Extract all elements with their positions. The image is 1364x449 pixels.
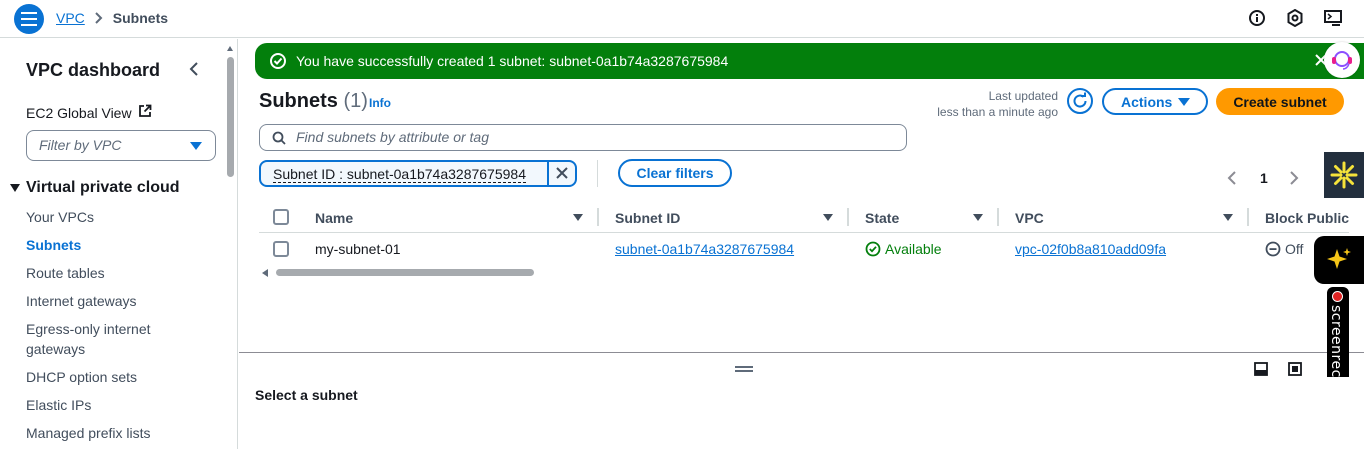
column-resizer[interactable] bbox=[1247, 208, 1249, 226]
column-resizer[interactable] bbox=[597, 208, 599, 226]
sidebar-item-subnets[interactable]: Subnets bbox=[26, 235, 206, 255]
next-page-icon[interactable] bbox=[1288, 171, 1302, 185]
top-navigation-bar: VPC Subnets bbox=[0, 0, 1364, 38]
external-link-icon bbox=[138, 104, 152, 121]
caret-down-icon bbox=[10, 184, 20, 192]
cell-block-public: Off bbox=[1265, 241, 1303, 257]
column-header-name[interactable]: Name bbox=[315, 210, 353, 226]
column-header-state[interactable]: State bbox=[865, 210, 899, 226]
column-resizer[interactable] bbox=[997, 208, 999, 226]
breadcrumb-current: Subnets bbox=[112, 10, 169, 26]
screenrec-label: screenrec bbox=[1328, 305, 1344, 378]
subnet-count: (1) bbox=[343, 90, 368, 112]
block-public-label: Off bbox=[1285, 241, 1304, 257]
cell-state: Available bbox=[865, 241, 942, 257]
breadcrumb-vpc-link[interactable]: VPC bbox=[56, 10, 85, 26]
support-assistant-icon[interactable] bbox=[1324, 42, 1360, 78]
sort-caret-icon[interactable] bbox=[823, 214, 833, 221]
current-page[interactable]: 1 bbox=[1260, 170, 1268, 186]
section-virtual-private-cloud[interactable]: Virtual private cloud bbox=[10, 179, 180, 197]
info-link[interactable]: Info bbox=[369, 96, 391, 110]
sidebar-title[interactable]: VPC dashboard bbox=[26, 60, 160, 81]
status-stopped-icon bbox=[1265, 241, 1281, 257]
success-flash-banner: You have successfully created 1 subnet: … bbox=[255, 43, 1364, 79]
split-panel-side-icon[interactable] bbox=[1288, 362, 1304, 378]
check-circle-icon bbox=[269, 52, 287, 70]
token-divider bbox=[547, 160, 549, 187]
vpc-filter-placeholder: Filter by VPC bbox=[39, 137, 122, 153]
sidebar-item-route-tables[interactable]: Route tables bbox=[26, 263, 206, 283]
flash-message: You have successfully created 1 subnet: … bbox=[296, 53, 729, 69]
ec2-global-view-label: EC2 Global View bbox=[26, 104, 132, 121]
info-icon[interactable] bbox=[1248, 9, 1268, 29]
clear-filters-button[interactable]: Clear filters bbox=[618, 159, 732, 187]
column-header-block-public[interactable]: Block Public bbox=[1265, 210, 1349, 226]
column-resizer[interactable] bbox=[847, 208, 849, 226]
sidebar-item-egress-only-internet-gateways[interactable]: Egress-only internet gateways bbox=[26, 319, 176, 359]
ec2-global-view-link[interactable]: EC2 Global View bbox=[26, 104, 152, 121]
last-updated-value: less than a minute ago bbox=[937, 105, 1058, 119]
scroll-left-icon[interactable] bbox=[262, 269, 268, 277]
refresh-icon bbox=[1073, 92, 1087, 108]
split-panel-bottom-icon[interactable] bbox=[1254, 362, 1270, 378]
section-label: Virtual private cloud bbox=[26, 179, 180, 196]
create-subnet-button[interactable]: Create subnet bbox=[1216, 88, 1344, 115]
pagination: 1 bbox=[1226, 170, 1302, 186]
details-empty-title: Select a subnet bbox=[255, 387, 358, 403]
settings-icon[interactable] bbox=[1286, 9, 1306, 29]
previous-page-icon[interactable] bbox=[1226, 171, 1240, 185]
sparkle-widget-icon[interactable] bbox=[1324, 152, 1364, 198]
sidebar-item-internet-gateways[interactable]: Internet gateways bbox=[26, 291, 206, 311]
side-navigation: VPC dashboard EC2 Global View Filter by … bbox=[0, 39, 238, 449]
sort-caret-icon[interactable] bbox=[1223, 214, 1233, 221]
status-success-icon bbox=[865, 241, 881, 257]
sidebar-item-dhcp-option-sets[interactable]: DHCP option sets bbox=[26, 367, 206, 387]
cell-vpc-link[interactable]: vpc-02f0b8a810add09fa bbox=[1015, 241, 1166, 257]
remove-filter-icon[interactable] bbox=[555, 166, 569, 180]
filter-token[interactable]: Subnet ID : subnet-0a1b74a3287675984 bbox=[259, 160, 577, 187]
sidebar-scroll-thumb[interactable] bbox=[227, 57, 234, 177]
actions-dropdown-button[interactable]: Actions bbox=[1102, 88, 1208, 115]
cell-name: my-subnet-01 bbox=[315, 241, 401, 257]
sidebar-item-elastic-ips[interactable]: Elastic IPs bbox=[26, 395, 206, 415]
split-panel-divider bbox=[239, 352, 1364, 353]
page-title: Subnets (1) bbox=[259, 90, 368, 113]
sort-caret-icon[interactable] bbox=[973, 214, 983, 221]
search-input[interactable]: Find subnets by attribute or tag bbox=[259, 124, 907, 151]
record-icon bbox=[1332, 291, 1343, 302]
select-all-checkbox[interactable] bbox=[273, 209, 289, 225]
drag-handle-icon[interactable] bbox=[735, 366, 753, 372]
menu-icon[interactable] bbox=[14, 4, 44, 34]
sidebar-item-your-vpcs[interactable]: Your VPCs bbox=[26, 207, 206, 227]
screenrec-widget[interactable]: screenrec bbox=[1327, 287, 1349, 378]
horizontal-scrollbar[interactable] bbox=[276, 269, 534, 276]
cloudshell-icon[interactable] bbox=[1324, 9, 1344, 29]
search-icon bbox=[272, 131, 286, 145]
last-updated-label: Last updated bbox=[988, 89, 1058, 103]
chevron-right-icon bbox=[95, 12, 103, 24]
ai-assistant-icon[interactable] bbox=[1314, 236, 1364, 284]
filter-token-label[interactable]: Subnet ID : subnet-0a1b74a3287675984 bbox=[273, 166, 526, 183]
caret-down-icon bbox=[190, 142, 202, 150]
caret-down-icon bbox=[1178, 98, 1190, 106]
page-title-text: Subnets bbox=[259, 90, 338, 112]
last-updated: Last updated less than a minute ago bbox=[930, 88, 1058, 120]
search-placeholder: Find subnets by attribute or tag bbox=[296, 129, 489, 145]
column-header-subnet-id[interactable]: Subnet ID bbox=[615, 210, 680, 226]
state-label: Available bbox=[885, 241, 942, 257]
refresh-button[interactable] bbox=[1067, 88, 1093, 114]
vpc-filter-select[interactable]: Filter by VPC bbox=[26, 130, 216, 161]
table-header: Name Subnet ID State VPC Block Public bbox=[259, 204, 1349, 233]
table-row[interactable]: my-subnet-01 subnet-0a1b74a3287675984 Av… bbox=[259, 234, 1349, 264]
sidebar-item-managed-prefix-lists[interactable]: Managed prefix lists bbox=[26, 423, 206, 443]
cell-subnet-id-link[interactable]: subnet-0a1b74a3287675984 bbox=[615, 241, 794, 257]
filter-separator bbox=[597, 160, 598, 187]
sort-caret-icon[interactable] bbox=[573, 214, 583, 221]
column-header-vpc[interactable]: VPC bbox=[1015, 210, 1044, 226]
actions-label: Actions bbox=[1121, 93, 1173, 110]
chevron-left-icon[interactable] bbox=[186, 61, 202, 77]
breadcrumb: VPC Subnets bbox=[56, 10, 168, 26]
row-checkbox[interactable] bbox=[273, 241, 289, 257]
